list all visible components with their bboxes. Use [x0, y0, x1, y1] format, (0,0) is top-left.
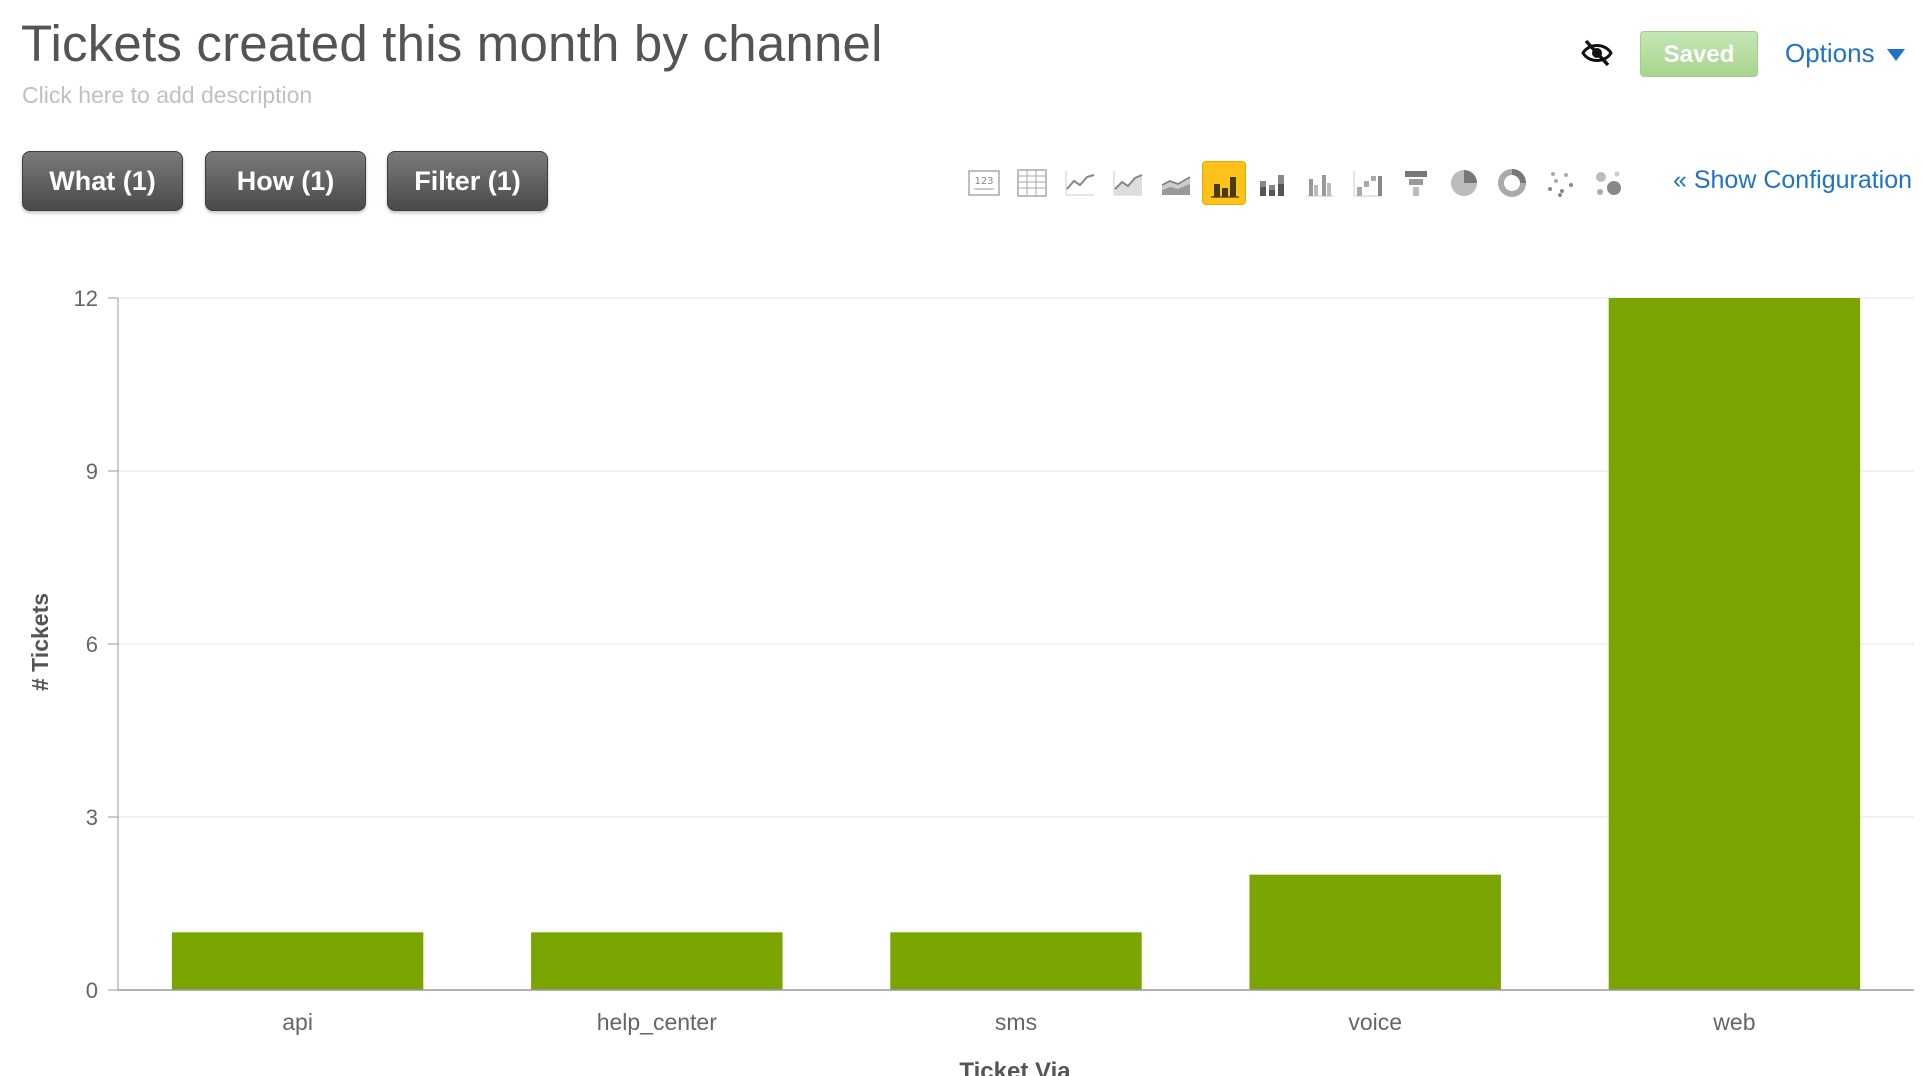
y-tick-label: 12 [74, 286, 98, 311]
x-axis-title: Ticket Via [959, 1058, 1071, 1076]
y-tick-label: 6 [86, 632, 98, 657]
x-tick-label: voice [1348, 1009, 1402, 1035]
bar-web [1608, 298, 1861, 990]
y-tick-label: 9 [86, 459, 98, 484]
x-tick-label: sms [995, 1009, 1037, 1035]
column-chart: 0 3 6 9 12 api help_center sms voice web Ticket V… [27, 286, 1914, 1076]
bar-sms [890, 932, 1142, 990]
y-tick-label: 3 [86, 805, 98, 830]
x-tick-label: web [1712, 1009, 1755, 1035]
y-tick-label: 0 [86, 978, 98, 1003]
bar-voice [1249, 874, 1501, 990]
bar-api [171, 932, 424, 990]
x-tick-label: api [282, 1009, 313, 1035]
x-tick-label: help_center [597, 1009, 718, 1035]
bar-help_center [531, 932, 783, 990]
y-axis-title: # Tickets [27, 593, 53, 691]
